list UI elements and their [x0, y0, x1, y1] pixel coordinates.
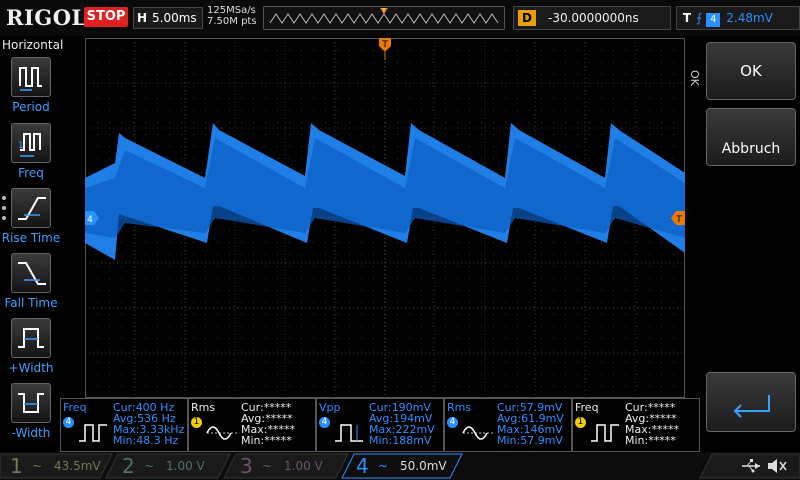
- usb-icon: [742, 459, 760, 473]
- trigger-level-label: T: [675, 215, 682, 225]
- rms-measure-icon: [462, 426, 493, 440]
- channel-number: 2: [122, 454, 135, 478]
- rms-measure-icon: [206, 426, 237, 440]
- channel-3-status[interactable]: 3 ~ 1.00 V: [236, 454, 336, 478]
- measurement-min: Min:*****: [625, 434, 676, 447]
- channel-number: 4: [356, 454, 369, 478]
- measurement-name: Freq: [63, 401, 87, 414]
- menu-item-freq[interactable]: 1 Freq: [0, 123, 62, 180]
- channel-number: 1: [10, 454, 23, 478]
- measurement-min: Min:48.3 Hz: [113, 434, 179, 447]
- horizontal-delay-display[interactable]: D -30.0000000ns: [513, 6, 671, 30]
- trigger-position-bar[interactable]: T: [263, 6, 505, 30]
- enter-button[interactable]: [706, 372, 796, 432]
- waveform-display[interactable]: T 4 T: [85, 38, 685, 398]
- measurement-min: Min:*****: [241, 434, 292, 447]
- measurement-name: Vpp: [319, 401, 341, 414]
- menu-item-label: Rise Time: [1, 231, 61, 245]
- enter-arrow-icon: [733, 395, 770, 418]
- menu-item-rise-time[interactable]: Rise Time: [0, 188, 62, 245]
- channel-2-status[interactable]: 2 ~ 1.00 V: [118, 454, 218, 478]
- channel-4-marker-label: 4: [87, 215, 93, 225]
- measurement-min: Min:57.9mV: [497, 434, 563, 447]
- menu-item-label: Period: [12, 100, 50, 114]
- measurement-channel-badge: 4: [63, 417, 74, 428]
- menu-item-label: -Width: [11, 426, 51, 440]
- menu-item-label: Freq: [18, 166, 44, 180]
- channel-scale: 1.00 V: [284, 459, 323, 473]
- svg-text:1: 1: [18, 141, 24, 151]
- menu-item-fall-time[interactable]: Fall Time: [0, 253, 62, 310]
- speaker-mute-icon[interactable]: [766, 457, 788, 475]
- ok-button[interactable]: OK: [706, 42, 796, 100]
- menu-item-label: +Width: [8, 361, 54, 375]
- measurement-freq-ch1[interactable]: Freq 1 Cur:***** Avg:***** Max:***** Min…: [572, 398, 700, 452]
- measurement-name: Rms: [191, 401, 216, 414]
- measurement-rms-ch1[interactable]: Rms 1 Cur:***** Avg:***** Max:***** Min:…: [188, 398, 316, 452]
- coupling-icon: ~: [262, 459, 273, 473]
- measurement-channel-badge: 1: [191, 417, 202, 428]
- timebase-value: 5.00ms: [152, 11, 197, 25]
- fall-time-icon: [11, 253, 51, 293]
- channel-scale: 1.00 V: [166, 459, 205, 473]
- coupling-icon: ~: [144, 459, 155, 473]
- timebase-display[interactable]: H 5.00ms: [133, 7, 203, 29]
- channel-number: 3: [240, 454, 253, 478]
- measurement-rms-ch4[interactable]: Rms 4 Cur:57.9mV Avg:61.9mV Max:146mV Mi…: [444, 398, 572, 452]
- measurement-channel-badge: 4: [447, 417, 458, 428]
- svg-text:T: T: [381, 8, 386, 15]
- brand-logo: RIGOL: [6, 5, 87, 30]
- memory-depth: 7.50M pts: [207, 16, 257, 27]
- menu-item-negative-width[interactable]: -Width: [0, 383, 62, 440]
- coupling-icon: ~: [378, 459, 389, 473]
- menu-item-label: Fall Time: [4, 296, 58, 310]
- sample-rate: 125MSa/s: [207, 5, 256, 16]
- measurement-name: Rms: [447, 401, 472, 414]
- frequency-measure-icon: [79, 424, 107, 442]
- menu-title: Horizontal: [2, 38, 64, 52]
- run-stop-button[interactable]: STOP: [84, 7, 128, 27]
- trigger-channel-badge: 4: [706, 13, 721, 27]
- trigger-level: 2.48mV: [726, 11, 773, 25]
- vpp-measure-icon: [335, 424, 363, 442]
- negative-width-icon: [11, 383, 51, 423]
- trigger-position-label: T: [381, 40, 388, 50]
- trigger-key: T: [682, 11, 692, 25]
- coupling-icon: ~: [32, 459, 43, 473]
- delay-value: -30.0000000ns: [548, 11, 639, 25]
- delay-key: D: [518, 10, 536, 26]
- measurement-vpp-ch4[interactable]: Vpp 4 Cur:190mV Avg:194mV Max:222mV Min:…: [316, 398, 444, 452]
- measurement-min: Min:188mV: [369, 434, 432, 447]
- channel-scale: 50.0mV: [400, 459, 447, 473]
- channel-scale: 43.5mV: [54, 459, 101, 473]
- rising-edge-icon: ⨍: [696, 11, 703, 25]
- acquisition-info: 125MSa/s 7.50M pts: [207, 5, 257, 27]
- frequency-measure-icon: [591, 424, 619, 442]
- measurement-channel-badge: 1: [575, 417, 586, 428]
- channel-4-status[interactable]: 4 ~ 50.0mV: [352, 454, 452, 478]
- measurement-freq-ch4[interactable]: Freq 4 Cur:400 Hz Avg:536 Hz Max:3.33kHz…: [60, 398, 188, 452]
- menu-item-period[interactable]: Period: [0, 57, 62, 114]
- positive-width-icon: [11, 318, 51, 358]
- abbruch-button[interactable]: Abbruch: [706, 108, 796, 166]
- frequency-icon: 1: [11, 123, 51, 163]
- memory-waveform-overview: T: [269, 8, 499, 24]
- channel-1-status[interactable]: 1 ~ 43.5mV: [6, 454, 106, 478]
- menu-item-positive-width[interactable]: +Width: [0, 318, 62, 375]
- side-ok-label: OK: [688, 70, 701, 86]
- rise-time-icon: [11, 188, 51, 228]
- period-icon: [11, 57, 51, 97]
- trigger-settings-display[interactable]: T ⨍ 4 2.48mV: [676, 6, 800, 30]
- measurement-channel-badge: 4: [319, 417, 330, 428]
- measurement-name: Freq: [575, 401, 599, 414]
- timebase-key: H: [136, 11, 148, 25]
